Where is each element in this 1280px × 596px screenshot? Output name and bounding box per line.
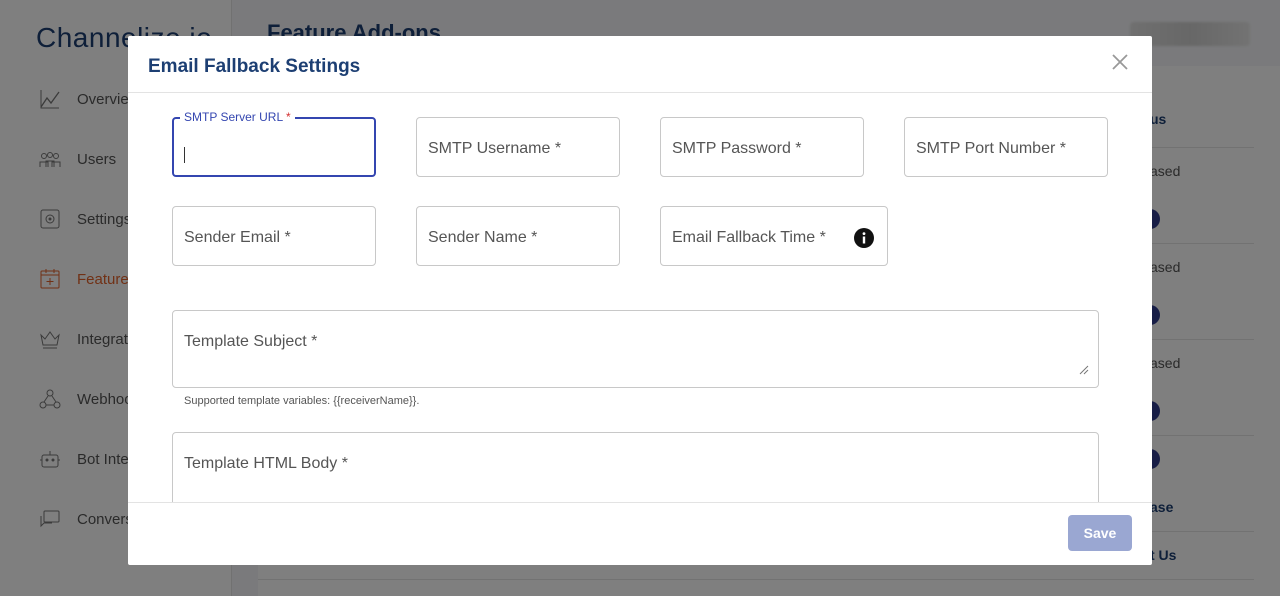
modal-title: Email Fallback Settings — [148, 56, 361, 77]
info-icon[interactable] — [854, 228, 874, 248]
smtp-username-field[interactable]: SMTP Username * — [416, 117, 620, 177]
smtp-username-label: SMTP Username * — [428, 140, 562, 157]
modal-body: SMTP Server URL * SMTP Username * SMTP P… — [128, 94, 1152, 502]
email-fallback-modal: Email Fallback Settings SMTP Server URL … — [128, 36, 1152, 565]
modal-header: Email Fallback Settings — [128, 36, 1152, 93]
smtp-port-field[interactable]: SMTP Port Number * — [904, 117, 1108, 177]
smtp-port-label: SMTP Port Number * — [916, 140, 1066, 157]
template-subject-label: Template Subject * — [184, 333, 318, 350]
sender-name-label: Sender Name * — [428, 229, 538, 246]
modal-footer: Save — [128, 502, 1152, 565]
save-button[interactable]: Save — [1068, 515, 1132, 551]
text-cursor — [184, 147, 185, 163]
template-html-body-field[interactable]: Template HTML Body * — [172, 432, 1099, 502]
email-fallback-time-field[interactable]: Email Fallback Time * — [660, 206, 888, 266]
sender-email-label: Sender Email * — [184, 229, 291, 246]
template-variables-helper: Supported template variables: {{receiver… — [184, 395, 420, 407]
smtp-password-label: SMTP Password * — [672, 140, 802, 157]
resize-handle-icon[interactable] — [1079, 365, 1089, 375]
smtp-password-field[interactable]: SMTP Password * — [660, 117, 864, 177]
email-fallback-time-label: Email Fallback Time * — [672, 229, 826, 246]
sender-email-field[interactable]: Sender Email * — [172, 206, 376, 266]
sender-name-field[interactable]: Sender Name * — [416, 206, 620, 266]
template-subject-field[interactable]: Template Subject * — [172, 310, 1099, 388]
smtp-server-url-field[interactable]: SMTP Server URL * — [172, 110, 376, 177]
smtp-server-url-label: SMTP Server URL * — [180, 110, 295, 124]
template-html-body-label: Template HTML Body * — [184, 455, 348, 472]
close-icon[interactable] — [1110, 52, 1130, 72]
